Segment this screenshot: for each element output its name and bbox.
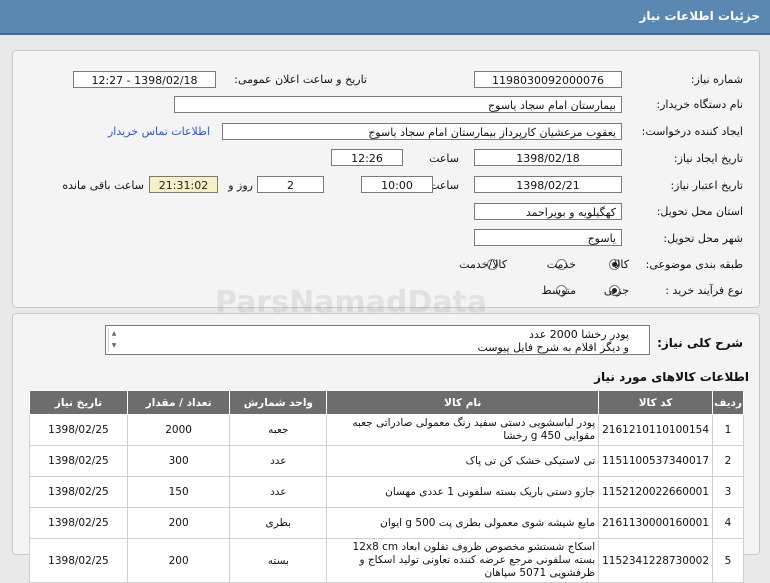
announce-label: تاریخ و ساعت اعلان عمومی: [234, 73, 367, 86]
page-title: جزئیات اطلاعات نیاز [639, 9, 760, 23]
process-option-medium: متوسط [541, 284, 576, 297]
city-label: شهر محل تحویل: [663, 232, 743, 245]
general-desc-label: شرح کلی نیاز: [657, 336, 743, 350]
page-header: جزئیات اطلاعات نیاز [0, 0, 770, 35]
cell-code: 1152120022660001 [598, 476, 714, 508]
cell-name: پودر لباسشویی دستی سفید رنگ معمولی صادرا… [326, 414, 600, 446]
cell-date: 1398/02/25 [29, 445, 128, 477]
col-code: کد کالا [598, 390, 714, 415]
buyer-org-field: بیمارستان امام سجاد یاسوج [174, 96, 622, 113]
announce-datetime-field: 1398/02/18 - 12:27 [73, 71, 216, 88]
table-row: 4 2161130000160001 مایع شیشه شوی معمولی … [29, 507, 744, 539]
remaining-days-field: 2 [257, 176, 324, 193]
cell-qty: 300 [126, 445, 231, 477]
cell-row: 5 [712, 538, 744, 583]
requester-label: ایجاد کننده درخواست: [641, 125, 743, 138]
items-table: ردیف کد کالا نام کالا واحد شمارش تعداد /… [29, 390, 744, 583]
cell-date: 1398/02/25 [29, 414, 128, 446]
cell-row: 2 [712, 445, 744, 477]
cell-qty: 200 [126, 507, 231, 539]
cell-unit: بسته [229, 538, 328, 583]
category-label: طبقه بندی موضوعی: [645, 258, 743, 271]
table-row: 1 2161210110100154 پودر لباسشویی دستی سف… [29, 414, 744, 446]
cell-qty: 150 [126, 476, 231, 508]
cell-date: 1398/02/25 [29, 476, 128, 508]
col-unit: واحد شمارش [229, 390, 328, 415]
cell-row: 1 [712, 414, 744, 446]
col-qty: تعداد / مقدار [126, 390, 231, 415]
cell-unit: عدد [229, 445, 328, 477]
cell-name: مایع شیشه شوی معمولی بطری پت 500 g ایوان [326, 507, 600, 539]
cell-unit: جعبه [229, 414, 328, 446]
cell-name: اسکاج شستشو مخصوص ظروف تفلون ابعاد 12x8 … [326, 538, 600, 583]
general-desc-field[interactable]: پودر رخشا 2000 عدد و دیگر اقلام به شرح ف… [105, 325, 650, 355]
items-panel: شرح کلی نیاز: پودر رخشا 2000 عدد و دیگر … [12, 313, 760, 583]
col-name: نام کالا [326, 390, 600, 415]
created-date-field: 1398/02/18 [474, 149, 622, 166]
buyer-org-label: نام دستگاه خریدار: [656, 98, 743, 111]
cell-row: 4 [712, 507, 744, 539]
created-date-label: تاریخ ایجاد نیاز: [673, 152, 743, 165]
created-time-label: ساعت [429, 152, 459, 165]
validity-time-field: 10:00 [361, 176, 433, 193]
cell-code: 1152341228730002 [598, 538, 714, 583]
category-option-goods: کالا [614, 258, 629, 271]
remaining-time-field: 21:31:02 [149, 176, 218, 193]
validity-date-field: 1398/02/21 [474, 176, 622, 193]
cell-unit: عدد [229, 476, 328, 508]
items-section-title: اطلاعات کالاهای مورد نیاز [594, 370, 749, 384]
cell-code: 1151100537340017 [598, 445, 714, 477]
province-label: استان محل تحویل: [656, 205, 743, 218]
table-row: 3 1152120022660001 جارو دستی باریک بسته … [29, 476, 744, 508]
process-option-minor: جزیی [603, 284, 629, 297]
cell-unit: بطری [229, 507, 328, 539]
validity-time-label: ساعت [429, 179, 459, 192]
city-field: یاسوج [474, 229, 622, 246]
cell-code: 2161210110100154 [598, 414, 714, 446]
province-field: کهگیلویه و بویراحمد [474, 203, 622, 220]
col-row: ردیف [712, 390, 744, 415]
requester-field: یعقوب مرعشیان کارپرداز بیمارستان امام سج… [222, 123, 622, 140]
cell-name: جارو دستی باریک بسته سلفونی 1 عددی مهسان [326, 476, 600, 508]
days-label: روز و [228, 179, 253, 192]
table-row: 2 1151100537340017 تی لاستیکی خشک کن تی … [29, 445, 744, 477]
cell-date: 1398/02/25 [29, 538, 128, 583]
created-time-field: 12:26 [331, 149, 403, 166]
general-desc-line-2: و دیگر اقلام به شرح فایل پیوست [477, 341, 629, 354]
remaining-label: ساعت باقی مانده [62, 179, 144, 192]
category-option-service: خدمت [546, 258, 576, 271]
cell-date: 1398/02/25 [29, 507, 128, 539]
validity-date-label: تاریخ اعتبار نیاز: [670, 179, 743, 192]
need-number-label: شماره نیاز: [690, 73, 743, 86]
process-label: نوع فرآیند خرید : [665, 284, 743, 297]
items-table-header: ردیف کد کالا نام کالا واحد شمارش تعداد /… [29, 390, 744, 415]
table-row: 5 1152341228730002 اسکاج شستشو مخصوص ظرو… [29, 538, 744, 583]
desc-scrollbar[interactable]: ▲ ▼ [108, 328, 119, 352]
category-option-goods-service: کالا/خدمت [459, 258, 507, 271]
cell-qty: 200 [126, 538, 231, 583]
buyer-contact-link[interactable]: اطلاعات تماس خریدار [108, 125, 210, 138]
general-desc-line-1: پودر رخشا 2000 عدد [529, 328, 629, 341]
need-details-panel: شماره نیاز: 1198030092000076 تاریخ و ساع… [12, 50, 760, 308]
cell-row: 3 [712, 476, 744, 508]
col-date: تاریخ نیاز [29, 390, 128, 415]
need-number-field: 1198030092000076 [474, 71, 622, 88]
cell-code: 2161130000160001 [598, 507, 714, 539]
cell-name: تی لاستیکی خشک کن تی پاک [326, 445, 600, 477]
cell-qty: 2000 [126, 414, 231, 446]
